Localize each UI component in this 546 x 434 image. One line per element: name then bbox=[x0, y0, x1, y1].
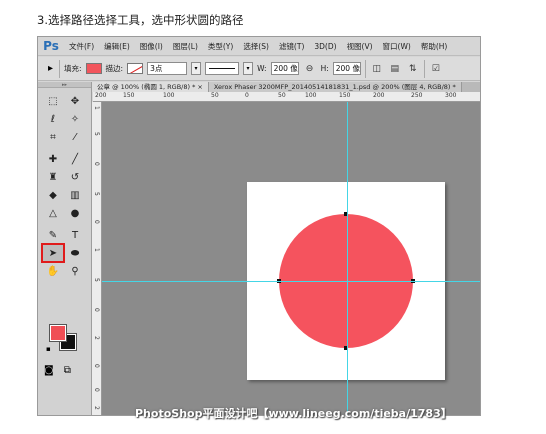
clone-stamp-icon[interactable]: ♜ bbox=[42, 168, 64, 186]
canvas-workspace[interactable] bbox=[102, 102, 480, 415]
foreground-color[interactable] bbox=[49, 324, 67, 342]
marquee-tool-icon[interactable]: ⬚ bbox=[42, 92, 64, 110]
move-tool-icon[interactable]: ✥ bbox=[64, 92, 86, 110]
ruler-tick: 2 bbox=[93, 406, 100, 410]
history-brush-icon[interactable]: ↺ bbox=[64, 168, 86, 186]
color-swatches: ▪ bbox=[46, 324, 80, 353]
menu-layer[interactable]: 图层(L) bbox=[168, 37, 203, 56]
magic-wand-icon[interactable]: ✧ bbox=[64, 110, 86, 128]
width-field[interactable]: 200 像 bbox=[270, 62, 299, 75]
screen-mode-icon[interactable]: ⧉ bbox=[64, 365, 71, 376]
ruler-tick: 2 bbox=[93, 336, 100, 340]
ruler-tick: 5 bbox=[93, 192, 100, 196]
menu-3d[interactable]: 3D(D) bbox=[309, 37, 341, 56]
ruler-horizontal: 200 150 100 50 0 50 100 150 200 250 300 bbox=[93, 92, 480, 102]
menu-bar: Ps 文件(F) 编辑(E) 图像(I) 图层(L) 类型(Y) 选择(S) 滤… bbox=[38, 37, 480, 56]
ruler-tick: 0 bbox=[93, 220, 100, 224]
ruler-tick: 50 bbox=[278, 92, 286, 99]
w-label: W: bbox=[257, 64, 267, 73]
gradient-tool-icon[interactable]: ▥ bbox=[64, 186, 86, 204]
guide-horizontal[interactable] bbox=[102, 281, 480, 282]
crop-tool-icon[interactable]: ⌗ bbox=[42, 128, 64, 146]
link-icon[interactable]: ⊖ bbox=[303, 62, 317, 76]
menu-window[interactable]: 窗口(W) bbox=[378, 37, 416, 56]
guide-vertical[interactable] bbox=[347, 102, 348, 415]
type-tool-icon[interactable]: T bbox=[64, 226, 86, 244]
ruler-tick: 100 bbox=[163, 92, 175, 99]
ruler-tick: 200 bbox=[373, 92, 385, 99]
path-operations-icon[interactable]: ◫ bbox=[370, 62, 384, 76]
ruler-tick: 1 bbox=[93, 248, 100, 252]
menu-view[interactable]: 视图(V) bbox=[342, 37, 378, 56]
menu-help[interactable]: 帮助(H) bbox=[416, 37, 453, 56]
path-alignment-icon[interactable]: ▤ bbox=[388, 62, 402, 76]
ruler-tick: 0 bbox=[93, 308, 100, 312]
ruler-tick: 5 bbox=[93, 132, 100, 136]
ruler-tick: 250 bbox=[411, 92, 423, 99]
document-tabs: 公章 @ 100% (椭圆 1, RGB/8) * × Xerox Phaser… bbox=[92, 82, 480, 92]
dodge-tool-icon[interactable]: ● bbox=[64, 204, 86, 222]
quick-mask-icon[interactable]: ◙ bbox=[44, 365, 54, 376]
ruler-tick: 200 bbox=[95, 92, 107, 99]
h-label: H: bbox=[320, 64, 329, 73]
page: 3.选择路径选择工具，选中形状圆的路径 Ps 文件(F) 编辑(E) 图像(I)… bbox=[0, 0, 546, 434]
menu-image[interactable]: 图像(I) bbox=[135, 37, 168, 56]
path-selection-tool-icon[interactable]: ➤ bbox=[41, 243, 65, 263]
lasso-tool-icon[interactable]: ℓ bbox=[42, 110, 64, 128]
caption: 3.选择路径选择工具，选中形状圆的路径 bbox=[37, 13, 244, 27]
tab-xerox[interactable]: Xerox Phaser 3200MFP_20140514181831_1.ps… bbox=[208, 82, 462, 92]
options-bar: ▸ 填充: 描边: 3点 ▾ ▾ W: 200 像 ⊖ H: 200 像 ◫ ▤… bbox=[38, 57, 480, 81]
brush-tool-icon[interactable]: ╱ bbox=[64, 150, 86, 168]
default-colors-icon[interactable]: ▪ bbox=[46, 345, 51, 353]
ruler-tick: 150 bbox=[123, 92, 135, 99]
menu-type[interactable]: 类型(Y) bbox=[203, 37, 238, 56]
stroke-label: 描边: bbox=[105, 64, 124, 73]
ruler-tick: 5 bbox=[93, 278, 100, 282]
ellipse-tool-icon[interactable]: ⬬ bbox=[64, 244, 86, 262]
pen-tool-icon[interactable]: ✎ bbox=[42, 226, 64, 244]
menu-filter[interactable]: 滤镜(T) bbox=[274, 37, 309, 56]
menu-select[interactable]: 选择(S) bbox=[238, 37, 274, 56]
ps-logo: Ps bbox=[43, 39, 59, 53]
tool-grid: ⬚ ✥ ℓ ✧ ⌗ ⁄ ✚ ╱ ♜ ↺ ◆ ▥ △ ● ✎ T ➤ ⬬ ✋ ⚲ bbox=[38, 88, 91, 280]
ruler-tick: 0 bbox=[93, 364, 100, 368]
ruler-tick: 300 bbox=[445, 92, 457, 99]
stroke-swatch[interactable] bbox=[127, 63, 144, 74]
ruler-vertical: 1 5 0 5 0 1 5 0 2 0 0 2 bbox=[92, 102, 102, 415]
path-selection-preset-icon[interactable]: ▸ bbox=[42, 59, 60, 78]
separator bbox=[423, 59, 425, 78]
separator bbox=[364, 59, 366, 78]
zoom-tool-icon[interactable]: ⚲ bbox=[64, 262, 86, 280]
blur-tool-icon[interactable]: △ bbox=[42, 204, 64, 222]
fill-swatch[interactable] bbox=[85, 63, 102, 74]
stroke-type-dropdown-icon[interactable]: ▾ bbox=[243, 62, 254, 75]
ruler-tick: 0 bbox=[93, 162, 100, 166]
checkbox-icon[interactable]: ☑ bbox=[429, 62, 443, 76]
eraser-icon[interactable]: ◆ bbox=[42, 186, 64, 204]
menu-edit[interactable]: 编辑(E) bbox=[99, 37, 135, 56]
watermark: PhotoShop平面设计吧【www.lineeg.com/tieba/1783… bbox=[135, 407, 452, 420]
height-field[interactable]: 200 像 bbox=[332, 62, 361, 75]
mode-buttons: ◙ ⧉ bbox=[44, 365, 71, 376]
ruler-tick: 100 bbox=[305, 92, 317, 99]
ruler-tick: 0 bbox=[93, 388, 100, 392]
ruler-tick: 0 bbox=[245, 92, 249, 99]
ruler-tick: 1 bbox=[93, 106, 100, 110]
hand-tool-icon[interactable]: ✋ bbox=[42, 262, 64, 280]
menu-file[interactable]: 文件(F) bbox=[64, 37, 99, 56]
stroke-type-select[interactable] bbox=[205, 62, 240, 75]
stroke-width-dropdown-icon[interactable]: ▾ bbox=[191, 62, 202, 75]
stroke-width-field[interactable]: 3点 bbox=[147, 62, 188, 75]
tab-gongzhang[interactable]: 公章 @ 100% (椭圆 1, RGB/8) * × bbox=[92, 82, 209, 92]
path-arrangement-icon[interactable]: ⇅ bbox=[406, 62, 420, 76]
tool-panel: ▸▸ ⬚ ✥ ℓ ✧ ⌗ ⁄ ✚ ╱ ♜ ↺ ◆ ▥ △ ● ✎ T ➤ ⬬ ✋… bbox=[38, 82, 92, 415]
fill-label: 填充: bbox=[64, 64, 82, 73]
ruler-tick: 50 bbox=[211, 92, 219, 99]
photoshop-window: Ps 文件(F) 编辑(E) 图像(I) 图层(L) 类型(Y) 选择(S) 滤… bbox=[37, 36, 481, 416]
healing-brush-icon[interactable]: ✚ bbox=[42, 150, 64, 168]
ruler-tick: 150 bbox=[339, 92, 351, 99]
eyedropper-icon[interactable]: ⁄ bbox=[64, 128, 86, 146]
